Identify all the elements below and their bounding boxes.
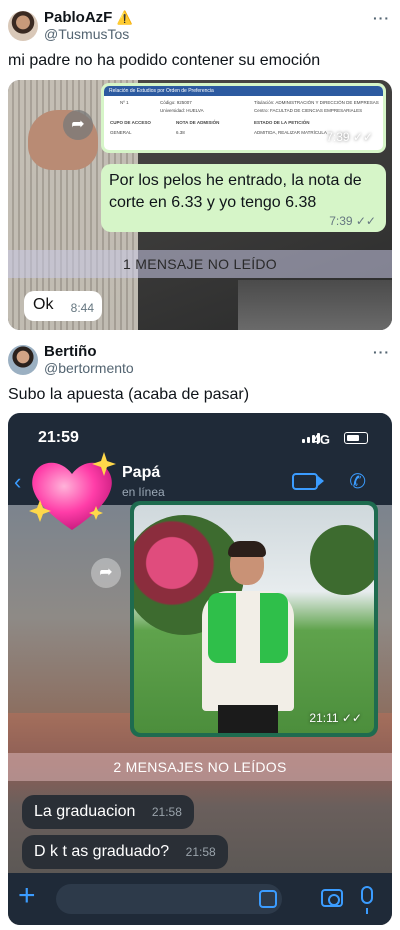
message-input[interactable] — [56, 884, 282, 914]
outgoing-message[interactable]: Por los pelos he entrado, la nota de cor… — [101, 164, 386, 232]
user-handle[interactable]: @TusmusTos — [44, 26, 133, 43]
tweet-header: Bertiño @bertormento ··· — [8, 342, 392, 386]
plus-icon[interactable]: + — [18, 881, 36, 911]
author-block: Bertiño @bertormento — [44, 343, 134, 377]
avatar[interactable] — [8, 345, 38, 375]
message-text: Ok — [33, 296, 54, 313]
document-degree: Titulación: ADMINISTRACIÓN Y DIRECCIÓN D… — [254, 100, 379, 105]
battery-icon — [344, 432, 368, 444]
admission-document: Relación de Estudios por Orden de Prefer… — [104, 86, 383, 150]
status-time: 21:59 — [38, 429, 79, 446]
more-options-icon[interactable]: ··· — [373, 344, 390, 360]
document-state: ADMITIDA, REALIZAR MATRÍCULA — [254, 130, 327, 135]
photo-message[interactable]: 21:11 ✓✓ — [130, 501, 378, 737]
message-text: D k t as graduado? — [34, 843, 170, 860]
composer-bar: + — [8, 873, 392, 925]
incoming-message[interactable]: D k t as graduado? 21:58 — [22, 835, 228, 869]
phone-call-icon[interactable]: ✆ — [349, 469, 366, 494]
document-grade: 6.38 — [176, 130, 185, 135]
forward-arrow-icon[interactable]: ➦ — [91, 558, 121, 588]
camera-icon[interactable] — [321, 889, 343, 907]
chat-screenshot-1[interactable]: ➦ Relación de Estudios por Orden de Pref… — [8, 80, 392, 330]
video-call-icon[interactable] — [292, 473, 324, 490]
incoming-message[interactable]: Ok 8:44 — [24, 291, 102, 321]
floor-background — [238, 280, 392, 330]
chat-screenshot-2[interactable]: 21:59 4G ‹ Papá en línea ✆ ➦ 21:11 ✓✓ 2 … — [8, 413, 392, 925]
document-quota: GENERAL — [110, 130, 132, 135]
back-chevron-icon[interactable]: ‹ — [14, 469, 21, 495]
contact-status: en línea — [122, 485, 165, 499]
document-quota-label: CUPO DE ACCESO — [110, 120, 151, 125]
tree — [310, 525, 374, 595]
tweet-text: Subo la apuesta (acaba de pasar) — [8, 386, 250, 403]
message-text: Por los pelos he entrado, la nota de cor… — [109, 172, 362, 211]
display-name[interactable]: PabloAzF — [44, 9, 112, 26]
unread-banner: 1 MENSAJE NO LEÍDO — [8, 250, 392, 278]
network-type: 4G — [312, 432, 330, 447]
author-block: PabloAzF ⚠️ @TusmusTos — [44, 9, 133, 43]
microphone-icon[interactable] — [361, 886, 373, 914]
person-pants — [218, 705, 278, 733]
warning-emoji-icon: ⚠️ — [116, 10, 133, 25]
sparkling-heart-icon — [29, 452, 116, 530]
person-hair — [228, 541, 266, 557]
document-image-bubble[interactable]: Relación de Estudios por Orden de Prefer… — [101, 83, 386, 153]
document-order: Nº 1 — [120, 100, 129, 105]
document-university: Universidad: HUELVA — [160, 108, 204, 113]
avatar[interactable] — [8, 11, 38, 41]
contact-name[interactable]: Papá — [122, 464, 160, 482]
incoming-message[interactable]: La graduacion 21:58 — [22, 795, 194, 829]
message-time: 21:58 — [185, 845, 216, 859]
tweet-header: PabloAzF ⚠️ @TusmusTos ··· — [8, 8, 392, 52]
document-center: Centro: FACULTAD DE CIENCIAS EMPRESARIAL… — [254, 108, 363, 113]
tweet-text: mi padre no ha podido contener su emoció… — [8, 52, 321, 69]
document-header: Relación de Estudios por Orden de Prefer… — [104, 86, 383, 96]
display-name[interactable]: Bertiño — [44, 343, 134, 360]
unread-banner: 2 MENSAJES NO LEÍDOS — [8, 753, 392, 781]
message-time: 21:11 ✓✓ — [309, 711, 362, 725]
forward-arrow-icon[interactable]: ➦ — [63, 110, 93, 140]
message-time: 21:58 — [151, 805, 182, 819]
more-options-icon[interactable]: ··· — [373, 10, 390, 26]
sticker-icon[interactable] — [259, 890, 277, 908]
document-state-label: ESTADO DE LA PETICIÓN — [254, 120, 310, 125]
document-code: Código: 925007 — [160, 100, 192, 105]
message-time: 7:39 ✓✓ — [326, 130, 373, 144]
message-text: La graduacion — [34, 803, 136, 820]
document-grade-label: NOTA DE ADMISIÓN — [176, 120, 220, 125]
graduation-stole — [208, 593, 288, 663]
message-time: 7:39 ✓✓ — [329, 214, 376, 228]
user-handle[interactable]: @bertormento — [44, 360, 134, 377]
graduation-photo[interactable]: 21:11 ✓✓ — [134, 505, 374, 733]
message-time: 8:44 — [70, 301, 94, 315]
